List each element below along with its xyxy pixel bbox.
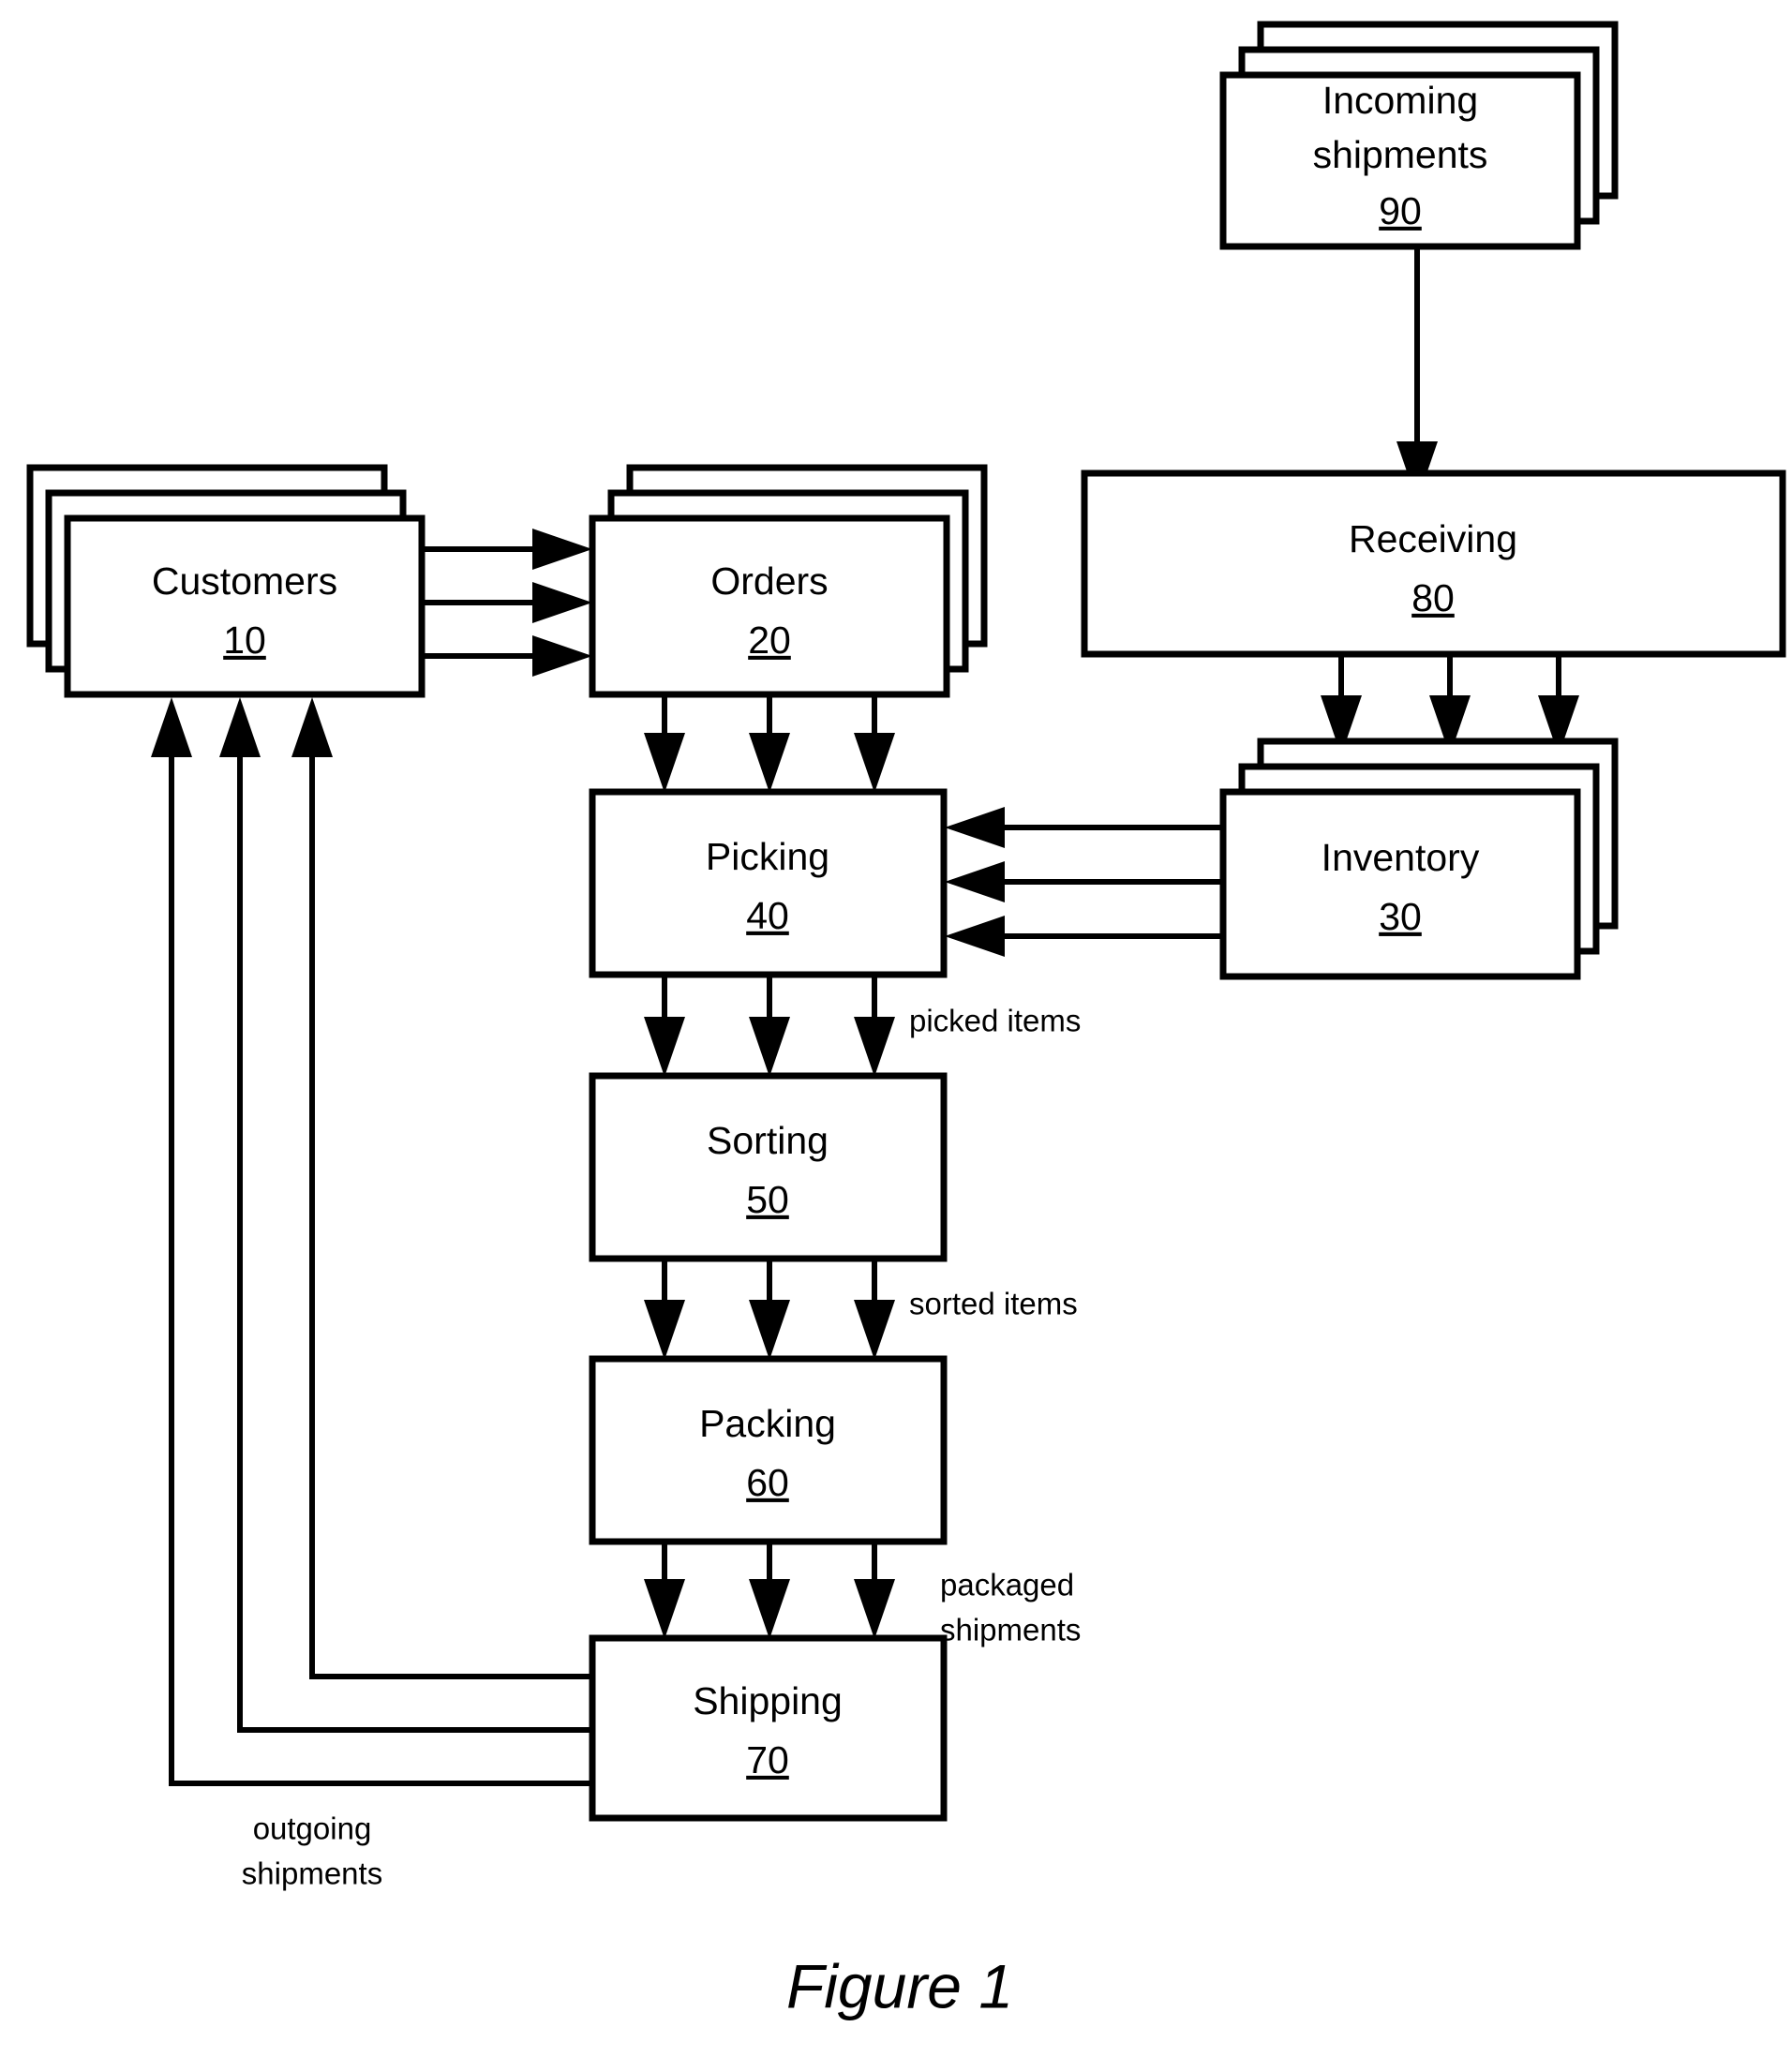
arrow-head-cust-orders-1 (532, 529, 592, 570)
return-path-1 (309, 740, 592, 1679)
shipping-ref: 70 (746, 1738, 789, 1781)
arrow-head-cust-orders-2 (532, 582, 592, 623)
node-sorting[interactable]: Sorting 50 (589, 1072, 948, 1262)
orders-box (589, 514, 950, 698)
arrow-head-packing-shipping-1 (644, 1579, 685, 1639)
arrow-head-inv-picking-1 (945, 807, 1005, 848)
edge-label-outgoing-shipments-line2: shipments (242, 1856, 382, 1891)
incoming-shipments-label-line2: shipments (1313, 133, 1488, 176)
node-inventory[interactable]: Inventory 30 (1219, 738, 1619, 980)
inventory-box (1219, 788, 1581, 980)
sorting-ref: 50 (746, 1178, 789, 1221)
picking-label: Picking (706, 835, 829, 878)
edge-label-packaged-shipments-line2: shipments (940, 1613, 1081, 1647)
arrow-head-return-3 (151, 697, 192, 757)
arrow-head-inv-picking-3 (945, 916, 1005, 957)
incoming-shipments-label-line1: Incoming (1322, 79, 1478, 122)
packing-box (589, 1355, 948, 1545)
return-path-2 (237, 740, 592, 1733)
edge-sorting-to-packing (644, 1259, 895, 1360)
arrow-head-picking-sorting-3 (854, 1017, 895, 1077)
edge-packing-to-shipping (644, 1542, 895, 1639)
edge-label-sorted-items: sorted items (909, 1287, 1078, 1321)
receiving-box (1081, 470, 1786, 658)
flow-diagram-canvas: Incoming shipments 90 Receiving 80 Inven… (26, 21, 1786, 2020)
picking-box (589, 788, 948, 978)
arrow-head-sorting-packing-2 (749, 1300, 790, 1360)
edge-customers-to-orders (422, 529, 592, 677)
node-shipping[interactable]: Shipping 70 (589, 1634, 948, 1822)
arrow-head-inv-picking-2 (945, 861, 1005, 902)
node-customers[interactable]: Customers 10 (26, 464, 426, 698)
arrow-head-orders-picking-1 (644, 733, 685, 793)
node-picking[interactable]: Picking 40 (589, 788, 948, 978)
edge-shipping-to-customers (151, 697, 592, 1786)
node-incoming-shipments[interactable]: Incoming shipments 90 (1219, 21, 1619, 250)
packing-ref: 60 (746, 1461, 789, 1504)
picking-ref: 40 (746, 894, 789, 937)
shipping-label: Shipping (693, 1679, 843, 1722)
orders-label: Orders (710, 559, 828, 603)
shipping-box (589, 1634, 948, 1822)
incoming-shipments-ref: 90 (1379, 189, 1422, 232)
arrow-head-sorting-packing-3 (854, 1300, 895, 1360)
sorting-label: Sorting (707, 1119, 829, 1162)
node-orders[interactable]: Orders 20 (589, 464, 988, 698)
arrow-head-picking-sorting-1 (644, 1017, 685, 1077)
arrow-head-return-2 (219, 697, 261, 757)
sorting-box (589, 1072, 948, 1262)
node-packing[interactable]: Packing 60 (589, 1355, 948, 1545)
receiving-label: Receiving (1349, 517, 1517, 560)
edge-orders-to-picking (644, 694, 895, 793)
customers-label: Customers (152, 559, 337, 603)
arrow-head-picking-sorting-2 (749, 1017, 790, 1077)
receiving-ref: 80 (1411, 576, 1455, 619)
customers-box (64, 514, 426, 698)
arrow-head-packing-shipping-2 (749, 1579, 790, 1639)
inventory-label: Inventory (1322, 836, 1480, 879)
return-path-3 (169, 740, 592, 1786)
arrow-head-sorting-packing-1 (644, 1300, 685, 1360)
customers-ref: 10 (223, 619, 266, 662)
edge-incoming-to-receiving (1396, 246, 1438, 501)
patent-figure-diagram: Incoming shipments 90 Receiving 80 Inven… (0, 0, 1792, 2057)
node-receiving[interactable]: Receiving 80 (1081, 470, 1786, 658)
orders-ref: 20 (748, 619, 791, 662)
arrow-head-cust-orders-3 (532, 635, 592, 677)
arrow-head-orders-picking-3 (854, 733, 895, 793)
edge-label-picked-items: picked items (909, 1004, 1081, 1038)
figure-caption: Figure 1 (786, 1951, 1013, 2020)
arrow-head-orders-picking-2 (749, 733, 790, 793)
edge-label-outgoing-shipments-line1: outgoing (253, 1811, 372, 1846)
packing-label: Packing (699, 1402, 836, 1445)
inventory-ref: 30 (1379, 895, 1422, 938)
edge-inventory-to-picking (945, 807, 1223, 957)
edge-label-packaged-shipments-line1: packaged (940, 1568, 1074, 1602)
edge-picking-to-sorting (644, 975, 895, 1077)
arrow-head-packing-shipping-3 (854, 1579, 895, 1639)
arrow-head-return-1 (291, 697, 333, 757)
